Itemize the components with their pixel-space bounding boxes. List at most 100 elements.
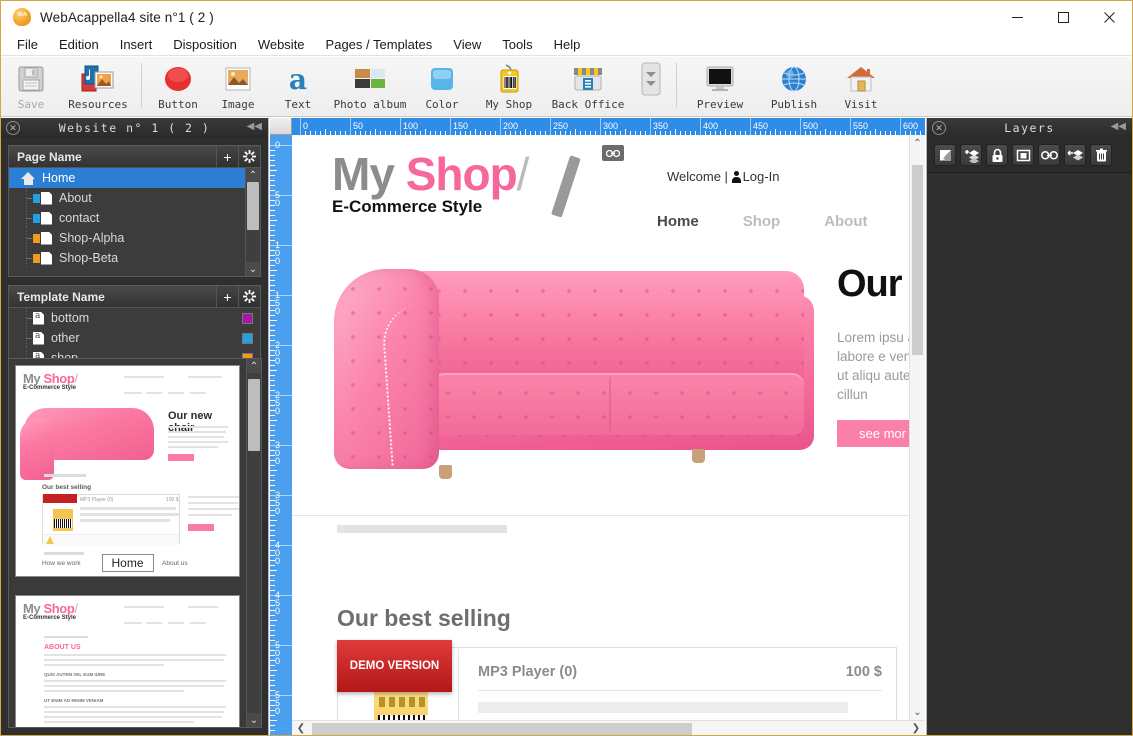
website-panel-collapse-icon[interactable]: ◀◀ (247, 121, 262, 132)
thumbnail-card-home[interactable]: My Shop/ E-Commerce Style Our new chair (15, 365, 240, 577)
template-item-bottom[interactable]: bottom (9, 308, 260, 328)
thumbnail-card-about[interactable]: My Shop/ E-Commerce Style ABOUT US QUIS … (15, 595, 240, 727)
layers-list[interactable] (927, 173, 1132, 733)
scroll-up-icon[interactable]: ⌃ (247, 359, 261, 373)
close-button[interactable] (1086, 1, 1132, 33)
toolbar-color-button[interactable]: Color (412, 60, 472, 114)
scroll-down-icon[interactable]: ⌄ (910, 704, 925, 720)
nav-item-home[interactable]: Home (657, 213, 699, 230)
page-canvas[interactable]: My Shop/ E-Commerce Style Welcome | Log-… (292, 135, 925, 735)
ruler-tick (270, 210, 275, 211)
menu-website[interactable]: Website (248, 35, 315, 54)
toolbar-save-button[interactable]: Save (1, 60, 61, 114)
layers-panel-title: Layers (1004, 121, 1055, 135)
menu-edition[interactable]: Edition (49, 35, 109, 54)
nav-item-shop[interactable]: Shop (743, 213, 781, 230)
ruler-label: 200 (274, 340, 280, 366)
mini-tagline: E-Commerce Style (23, 615, 77, 621)
template-list-header: Template Name + (9, 286, 260, 308)
link-icon[interactable] (602, 145, 624, 161)
site-navigation[interactable]: Home Shop About Cor (657, 213, 925, 230)
toolbar-resources-button[interactable]: Resources (61, 60, 135, 114)
page-item-contact[interactable]: contact (9, 208, 245, 228)
menu-view[interactable]: View (443, 35, 491, 54)
best-selling-heading: Our best selling (337, 605, 511, 631)
scroll-up-icon[interactable]: ⌃ (246, 168, 260, 182)
menu-disposition[interactable]: Disposition (163, 35, 247, 54)
website-panel-close-icon[interactable]: ✕ (6, 121, 20, 135)
scroll-left-icon[interactable]: ❮ (292, 723, 310, 734)
menu-tools[interactable]: Tools (492, 35, 542, 54)
page-settings-button[interactable] (238, 146, 260, 167)
svg-text:a: a (289, 64, 307, 94)
mini-footer-right: About us (162, 560, 188, 567)
select-frame-icon[interactable] (1012, 144, 1034, 166)
canvas-vscroll-thumb[interactable] (912, 165, 923, 355)
canvas-hscroll-thumb[interactable] (312, 722, 692, 735)
editor-canvas[interactable]: 0 50 100 150 200 250 300 350 400 450 500 550 600 0 50… (270, 118, 925, 736)
toolbar-visit-button[interactable]: Visit (831, 60, 891, 114)
toolbar-image-button[interactable]: Image (208, 60, 268, 114)
ruler-tick (270, 635, 275, 636)
scroll-down-icon[interactable]: ⌄ (247, 713, 261, 727)
sofa-image[interactable] (334, 253, 824, 503)
scroll-up-icon[interactable]: ⌃ (910, 135, 925, 151)
canvas-hscroll-track[interactable] (310, 721, 907, 736)
selected-shape-handle[interactable] (551, 155, 581, 218)
layers-panel-close-icon[interactable]: ✕ (932, 121, 946, 135)
toolbar-button-button[interactable]: Button (148, 60, 208, 114)
toolbar-back-office-button[interactable]: Back Office (546, 60, 630, 114)
page-item-about[interactable]: About (9, 188, 245, 208)
mini-subheading-2: UT ENIM AD MINIM VENIAM (44, 698, 104, 703)
nav-item-about[interactable]: About (824, 213, 867, 230)
page-scroll-thumb[interactable] (247, 182, 259, 230)
trash-icon[interactable] (1090, 144, 1112, 166)
merge-layers-icon[interactable] (1064, 144, 1086, 166)
page-item-shop-alpha[interactable]: Shop-Alpha (9, 228, 245, 248)
resources-icon (81, 63, 115, 95)
new-layer-icon[interactable] (934, 144, 956, 166)
toolbar-my-shop-button[interactable]: My Shop (472, 60, 546, 114)
thumbnails-scroll-thumb[interactable] (248, 379, 260, 451)
welcome-login[interactable]: Welcome | Log-In (667, 169, 779, 184)
minimize-button[interactable] (994, 1, 1040, 33)
login-link[interactable]: Log-In (743, 169, 780, 184)
toolbar-publish-button[interactable]: Publish (757, 60, 831, 114)
site-logo[interactable]: My Shop/ E-Commerce Style (332, 147, 529, 217)
add-layers-icon[interactable] (960, 144, 982, 166)
page-list-scrollbar[interactable]: ⌃ ⌄ (245, 168, 260, 276)
menu-pages-templates[interactable]: Pages / Templates (316, 35, 443, 54)
scroll-down-icon[interactable]: ⌄ (246, 262, 260, 276)
template-color-swatch[interactable] (242, 332, 253, 344)
lock-icon[interactable] (986, 144, 1008, 166)
tree-connector (21, 188, 33, 208)
add-template-button[interactable]: + (216, 286, 238, 307)
welcome-text: Welcome | (667, 169, 728, 184)
toolbar-text-button[interactable]: a Text (268, 60, 328, 114)
layers-panel-collapse-icon[interactable]: ◀◀ (1111, 121, 1126, 132)
maximize-button[interactable] (1040, 1, 1086, 33)
page-item-home[interactable]: Home (9, 168, 245, 188)
ruler-tick (270, 525, 275, 526)
template-color-swatch[interactable] (242, 312, 253, 324)
menu-help[interactable]: Help (544, 35, 591, 54)
scroll-right-icon[interactable]: ❯ (907, 723, 925, 734)
menu-file[interactable]: File (7, 35, 48, 54)
page-item-label: Shop-Beta (59, 251, 119, 265)
thumbnails-scroll-track[interactable] (247, 373, 261, 713)
toolbar-preview-button[interactable]: Preview (683, 60, 757, 114)
canvas-vertical-scrollbar[interactable]: ⌃ ⌄ (909, 135, 925, 720)
canvas-horizontal-scrollbar[interactable]: ❮ ❯ (292, 720, 925, 736)
page-scroll-track[interactable] (246, 182, 260, 262)
toolbar-overflow-button[interactable] (634, 60, 668, 114)
link-icon[interactable] (1038, 144, 1060, 166)
page-item-shop-beta[interactable]: Shop-Beta (9, 248, 245, 268)
template-item-other[interactable]: other (9, 328, 260, 348)
thumbnails-scrollbar[interactable]: ⌃ ⌄ (246, 359, 261, 727)
menu-insert[interactable]: Insert (110, 35, 163, 54)
add-page-button[interactable]: + (216, 146, 238, 167)
template-settings-button[interactable] (238, 286, 260, 307)
tree-connector (21, 308, 33, 328)
ruler-tick (270, 220, 277, 221)
toolbar-photo-album-button[interactable]: Photo album (328, 60, 412, 114)
